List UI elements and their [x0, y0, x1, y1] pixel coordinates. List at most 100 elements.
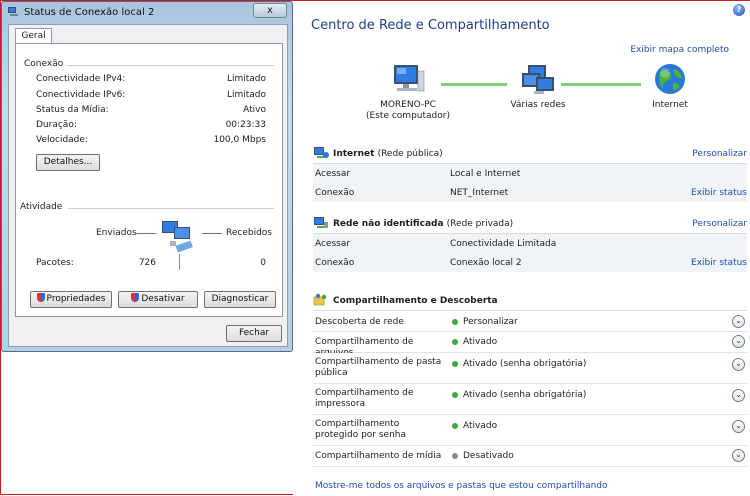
expand-chevron-icon[interactable]: ⌄ [732, 358, 745, 371]
duration-label: Duração: [36, 120, 77, 130]
ipv6-label: Conectividade IPv6: [36, 90, 126, 100]
sharing-row: Compartilhamento de impressora Ativado (… [313, 384, 747, 415]
dialog-title: Status de Conexão local 2 [24, 7, 155, 18]
row-key: Acessar [315, 239, 351, 249]
disable-button[interactable]: Desativar [118, 291, 198, 308]
network-detail-row: Acessar Local e Internet [313, 164, 747, 184]
tab-general[interactable]: Geral [15, 28, 52, 44]
expand-chevron-icon[interactable]: ⌄ [732, 420, 745, 433]
sharing-row: Compartilhamento protegido por senha Ati… [313, 415, 747, 446]
activity-group-label: Atividade [20, 202, 63, 212]
packets-label: Pacotes: [36, 258, 74, 268]
sharing-row: Compartilhamento de pasta pública Ativad… [313, 353, 747, 384]
connection-status-dialog: Status de Conexão local 2 x Geral Conexã… [1, 1, 293, 352]
sharing-value: Personalizar [463, 317, 518, 327]
row-key: Acessar [315, 169, 351, 179]
sent-label: Enviados [96, 228, 137, 238]
network-name: Rede não identificada [333, 219, 444, 229]
duration-value: 00:23:33 [225, 120, 266, 130]
expand-chevron-icon[interactable]: ⌄ [732, 449, 745, 462]
expand-chevron-icon[interactable]: ⌄ [732, 389, 745, 402]
network-section-internet: Internet (Rede pública) Personalizar [313, 144, 747, 164]
map-node-multiple-networks-label: Várias redes [510, 100, 566, 110]
network-type: (Rede pública) [377, 149, 443, 159]
sharing-row: Descoberta de rede Personalizar ⌄ [313, 312, 747, 332]
computer-icon [394, 65, 425, 92]
status-on-icon [452, 339, 458, 345]
map-node-internet[interactable]: Internet [625, 63, 715, 111]
received-label: Recebidos [226, 228, 272, 238]
group-divider [68, 208, 274, 209]
screenshot-frame: Centro de Rede e Compartilhamento ? Exib… [0, 0, 750, 496]
ipv4-label: Conectividade IPv4: [36, 74, 126, 84]
network-private-icon [314, 217, 328, 228]
expand-chevron-icon[interactable]: ⌄ [732, 315, 745, 328]
multiple-networks-icon [522, 65, 554, 94]
sharing-value: Desativado [463, 451, 514, 461]
view-status-link[interactable]: Exibir status [691, 188, 747, 198]
sharing-value: Ativado [463, 421, 498, 431]
network-detail-row: Conexão NET_Internet Exibir status [313, 183, 747, 203]
status-on-icon [452, 392, 458, 398]
close-icon[interactable]: x [253, 3, 287, 18]
packets-divider [179, 254, 180, 270]
properties-button[interactable]: Propriedades [30, 291, 112, 308]
activity-line [136, 233, 156, 234]
row-value: NET_Internet [450, 188, 509, 198]
connection-group-label: Conexão [24, 59, 64, 69]
map-node-multiple-networks[interactable]: Várias redes [493, 63, 583, 111]
media-status-value: Ativo [243, 105, 266, 115]
customize-link[interactable]: Personalizar [692, 149, 747, 159]
speed-value: 100,0 Mbps [213, 135, 266, 145]
map-node-internet-label: Internet [652, 100, 688, 110]
group-divider [66, 65, 274, 66]
expand-chevron-icon[interactable]: ⌄ [732, 335, 745, 348]
network-adapter-icon [8, 7, 18, 16]
status-on-icon [452, 361, 458, 367]
close-button[interactable]: Fechar [226, 325, 282, 342]
sharing-title: Compartilhamento e Descoberta [333, 296, 498, 306]
row-key: Conexão [315, 188, 355, 198]
row-key: Conexão [315, 258, 355, 268]
activity-computers-icon [162, 221, 193, 253]
page-title: Centro de Rede e Compartilhamento [311, 18, 550, 33]
sharing-key: Compartilhamento de mídia [315, 451, 442, 461]
sharing-icon [313, 293, 327, 306]
diagnose-button[interactable]: Diagnosticar [204, 291, 276, 308]
network-sharing-center: Centro de Rede e Compartilhamento ? Exib… [293, 1, 750, 496]
disable-button-label: Desativar [141, 294, 185, 304]
row-value: Conexão local 2 [450, 258, 522, 268]
globe-icon [655, 64, 685, 94]
network-type: (Rede privada) [446, 219, 514, 229]
sharing-key: Compartilhamento protegido por senha [315, 419, 407, 440]
status-off-icon [452, 453, 458, 459]
packets-sent-value: 726 [138, 258, 156, 268]
show-shared-files-link[interactable]: Mostre-me todos os arquivos e pastas que… [315, 481, 608, 491]
network-name: Internet [333, 149, 375, 159]
sharing-key: Compartilhamento de impressora [315, 388, 414, 409]
row-value: Local e Internet [450, 169, 521, 179]
view-status-link[interactable]: Exibir status [691, 258, 747, 268]
map-node-computer-sublabel: (Este computador) [366, 111, 450, 121]
dialog-body: Geral Conexão Conectividade IPv4: Limita… [8, 24, 288, 347]
network-detail-row: Acessar Conectividade Limitada [313, 234, 747, 254]
row-value: Conectividade Limitada [450, 239, 557, 249]
ipv6-value: Limitado [226, 90, 266, 100]
sharing-value: Ativado (senha obrigatória) [463, 390, 587, 400]
map-node-computer-label: MORENO-PC [380, 100, 436, 110]
network-detail-row: Conexão Conexão local 2 Exibir status [313, 253, 747, 273]
sharing-discovery-header: Compartilhamento e Descoberta [313, 291, 747, 311]
customize-link[interactable]: Personalizar [692, 219, 747, 229]
status-on-icon [452, 423, 458, 429]
help-icon[interactable]: ? [733, 4, 745, 16]
view-full-map-link[interactable]: Exibir mapa completo [630, 45, 729, 55]
sharing-row: Compartilhamento de arquivos Ativado ⌄ [313, 332, 747, 358]
network-section-unidentified: Rede não identificada (Rede privada) Per… [313, 214, 747, 234]
sharing-key: Descoberta de rede [315, 317, 404, 327]
sharing-key: Compartilhamento de pasta pública [315, 357, 442, 378]
speed-label: Velocidade: [36, 135, 88, 145]
status-on-icon [452, 319, 458, 325]
map-node-computer[interactable]: MORENO-PC (Este computador) [363, 63, 453, 122]
details-button[interactable]: Detalhes... [36, 154, 100, 171]
packets-received-value: 0 [260, 258, 266, 268]
